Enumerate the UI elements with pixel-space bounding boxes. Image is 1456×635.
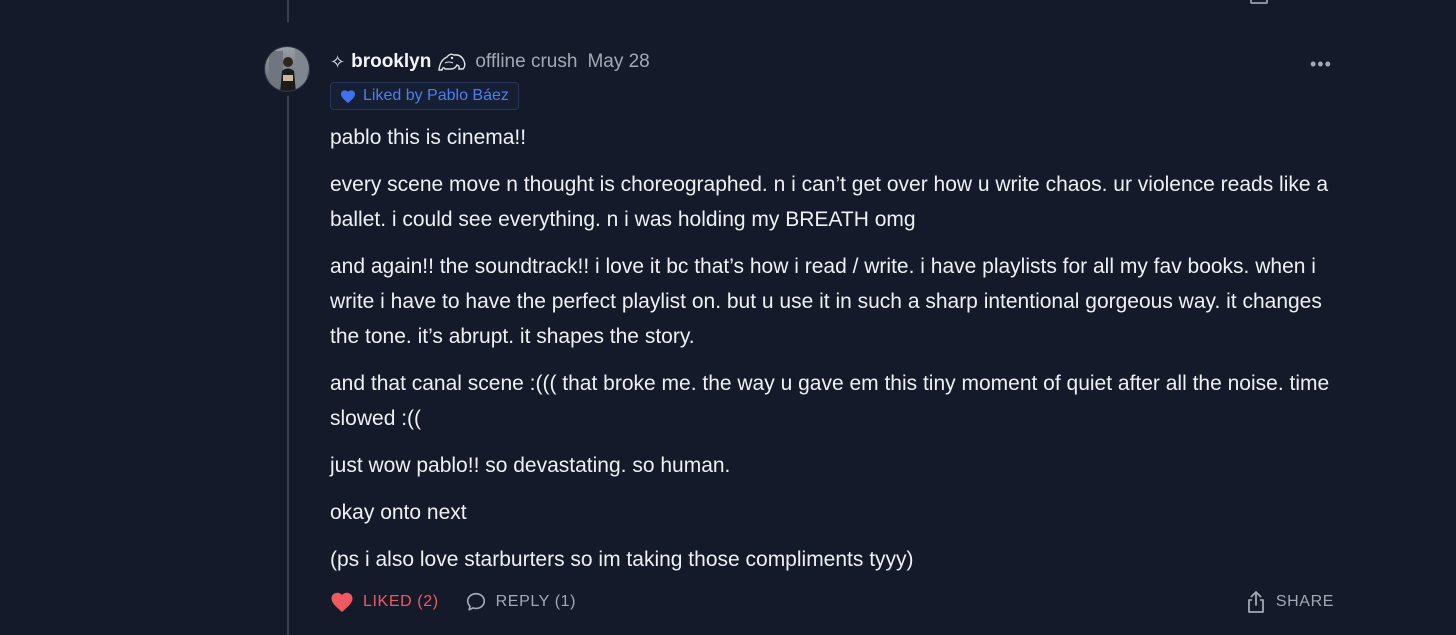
sparkle-icon: ✧ <box>330 51 346 72</box>
like-label: LIKED (2) <box>363 593 439 610</box>
comment-paragraph: and that canal scene :((( that broke me.… <box>330 372 1330 430</box>
heart-icon <box>341 89 355 103</box>
author-name[interactable]: brooklyn <box>351 51 431 73</box>
comment-header: ✧ brooklyn offline crush May 28 ••• <box>330 48 1332 76</box>
share-icon <box>1247 591 1264 613</box>
comment-date[interactable]: May 28 <box>587 51 649 73</box>
comment-paragraph: (ps i also love starburters so im taking… <box>330 548 914 571</box>
comment-actions: LIKED (2) REPLY (1) SHARE <box>330 588 1334 616</box>
comment-paragraph: every scene move n thought is choreograp… <box>330 173 1329 231</box>
comment-paragraph: and again!! the soundtrack!! i love it b… <box>330 255 1322 348</box>
like-button[interactable]: LIKED (2) <box>330 591 439 613</box>
liked-by-badge[interactable]: Liked by Pablo Báez <box>330 82 519 110</box>
comment-paragraph: okay onto next <box>330 501 467 524</box>
share-button[interactable]: SHARE <box>1246 590 1334 614</box>
comment-body: pablo this is cinema!! every scene move … <box>330 120 1330 577</box>
previous-share-icon[interactable] <box>1250 0 1268 4</box>
reply-label: REPLY (1) <box>495 593 577 610</box>
author-note: offline crush <box>475 51 578 72</box>
thread-line-top <box>287 0 289 22</box>
speech-bubble-icon <box>466 592 485 611</box>
comment-paragraph: pablo this is cinema!! <box>330 126 527 149</box>
share-label: SHARE <box>1275 593 1334 610</box>
heart-icon <box>331 592 353 612</box>
avatar[interactable] <box>264 46 310 92</box>
thread-line <box>287 96 289 635</box>
comment-thread: ✧ brooklyn offline crush May 28 ••• Like… <box>0 0 1456 635</box>
comment-paragraph: just wow pablo!! so devastating. so huma… <box>330 454 731 477</box>
liked-by-label: Liked by Pablo Báez <box>363 87 509 104</box>
reply-button[interactable]: REPLY (1) <box>465 591 576 613</box>
comment: ✧ brooklyn offline crush May 28 ••• Like… <box>330 48 1332 589</box>
frog-badge-icon <box>437 51 467 73</box>
more-options-icon[interactable]: ••• <box>1310 54 1332 75</box>
